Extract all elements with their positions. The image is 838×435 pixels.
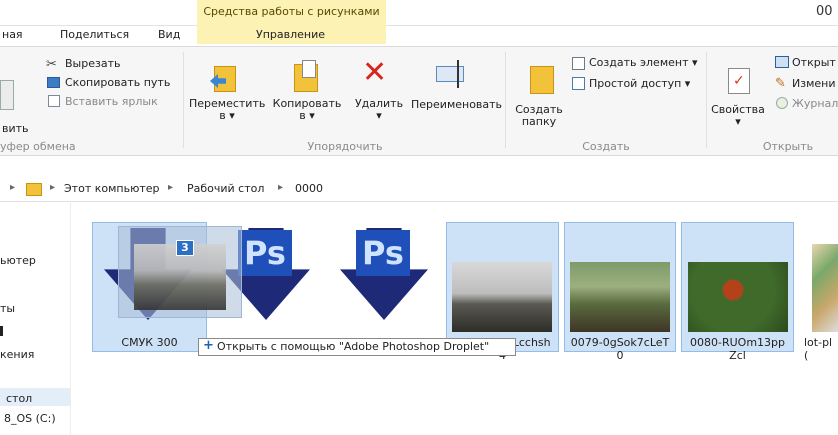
history-button[interactable]: Журнал <box>792 97 838 110</box>
rename-cursor-icon <box>457 60 459 88</box>
photo-thumbnail <box>688 262 788 332</box>
new-folder-icon <box>530 66 554 94</box>
history-icon <box>776 97 788 109</box>
paste-shortcut-icon <box>48 95 60 107</box>
delete-icon: ✕ <box>362 55 388 90</box>
nav-item-computer[interactable]: ьютер <box>0 254 36 267</box>
new-item-button[interactable]: Создать элемент ▾ <box>589 56 698 69</box>
file-name-line-2: ( <box>804 349 809 362</box>
folder-icon <box>26 183 42 196</box>
open-icon <box>775 56 789 68</box>
paste-icon[interactable] <box>0 80 14 110</box>
edit-button[interactable]: Измени <box>792 77 835 90</box>
plus-icon: + <box>203 338 214 353</box>
copy-to-button[interactable]: Копировать в ▾ <box>268 98 346 122</box>
new-folder-button[interactable]: Создать папку <box>508 104 570 128</box>
nav-pane-divider <box>70 203 71 435</box>
scissors-icon: ✂ <box>46 57 57 72</box>
ribbon-separator <box>505 52 506 148</box>
copy-to-dropdown: в ▾ <box>299 109 315 122</box>
photoshop-logo-icon: Ps <box>238 230 292 276</box>
delete-dropdown: ▾ <box>376 109 382 122</box>
cut-button[interactable]: Вырезать <box>65 57 120 70</box>
rename-icon <box>436 66 464 82</box>
organize-group-label: Упорядочить <box>307 140 383 153</box>
file-name-line-1: 0080-RUOm13pp <box>690 336 785 349</box>
contextual-group-label: Средства работы с рисунками <box>203 5 380 18</box>
ribbon-separator <box>706 52 707 148</box>
new-group-label: Создать <box>582 140 630 153</box>
edit-icon: ✎ <box>775 76 786 91</box>
drag-count-badge: 3 <box>176 240 194 256</box>
file-name: lot-pl ( <box>804 336 838 362</box>
easy-access-icon <box>572 77 585 90</box>
delete-button[interactable]: Удалить ▾ <box>350 98 408 122</box>
file-name-line-1: 0079-0gSok7cLeT <box>570 336 670 349</box>
file-name-line-1: lot-pl <box>804 336 833 349</box>
photoshop-logo-icon: Ps <box>356 230 410 276</box>
file-name-line-2: 0 <box>616 349 624 362</box>
file-name: 0080-RUOm13pp Zcl <box>681 336 794 362</box>
copy-to-icon <box>294 60 320 92</box>
title-bar <box>0 0 838 26</box>
file-name: 0079-0gSok7cLeT 0 <box>564 336 676 362</box>
properties-icon: ✓ <box>728 68 750 94</box>
move-to-dropdown: в ▾ <box>219 109 235 122</box>
file-name-line-2: Zcl <box>729 349 746 362</box>
copy-path-icon <box>47 77 60 88</box>
move-to-icon <box>210 62 238 92</box>
new-folder-label-2: папку <box>521 115 557 128</box>
nav-item-documents[interactable]: ты <box>0 302 15 315</box>
open-group-label: Открыть <box>762 140 814 153</box>
nav-item-desktop[interactable]: стол <box>6 392 32 405</box>
chevron-right-icon: ▸ <box>10 182 16 193</box>
ribbon-separator <box>183 52 184 148</box>
nav-item-drive-c[interactable]: 8_OS (C:) <box>4 412 56 425</box>
properties-dropdown: ▾ <box>735 115 741 128</box>
easy-access-button[interactable]: Простой доступ ▾ <box>589 77 690 90</box>
breadcrumb-this-pc[interactable]: Этот компьютер <box>64 182 160 195</box>
chevron-right-icon: ▸ <box>50 182 56 193</box>
tab-home[interactable]: ная <box>2 28 23 41</box>
photo-thumbnail <box>812 244 838 332</box>
tab-view[interactable]: Вид <box>158 28 180 41</box>
window-title: 00 <box>816 4 833 19</box>
chevron-right-icon: ▸ <box>168 182 174 193</box>
clipboard-group-label: уфер обмена <box>0 140 76 153</box>
move-to-button[interactable]: Переместить в ▾ <box>189 98 265 122</box>
tab-manage[interactable]: Управление <box>256 28 325 41</box>
file-name: СМУК 300 <box>121 336 178 349</box>
breadcrumb-folder[interactable]: 0000 <box>295 182 323 195</box>
properties-button[interactable]: Свойства ▾ <box>707 104 769 128</box>
chevron-right-icon: ▸ <box>278 182 284 193</box>
rename-button[interactable]: Переименовать <box>411 98 502 111</box>
nav-fragment <box>0 326 3 336</box>
open-button[interactable]: Открыт <box>792 56 836 69</box>
copy-path-button[interactable]: Скопировать путь <box>65 76 170 89</box>
paste-button-label[interactable]: вить <box>2 122 29 135</box>
photo-thumbnail <box>570 262 670 332</box>
tab-share[interactable]: Поделиться <box>60 28 129 41</box>
new-item-icon <box>572 57 585 70</box>
breadcrumb-desktop[interactable]: Рабочий стол <box>187 182 264 195</box>
nav-item-downloads[interactable]: кения <box>0 348 34 361</box>
paste-shortcut-button[interactable]: Вставить ярлык <box>65 95 158 108</box>
drag-tooltip-text: Открыть с помощью "Adobe Photoshop Dropl… <box>217 340 490 353</box>
photo-thumbnail <box>452 262 552 332</box>
